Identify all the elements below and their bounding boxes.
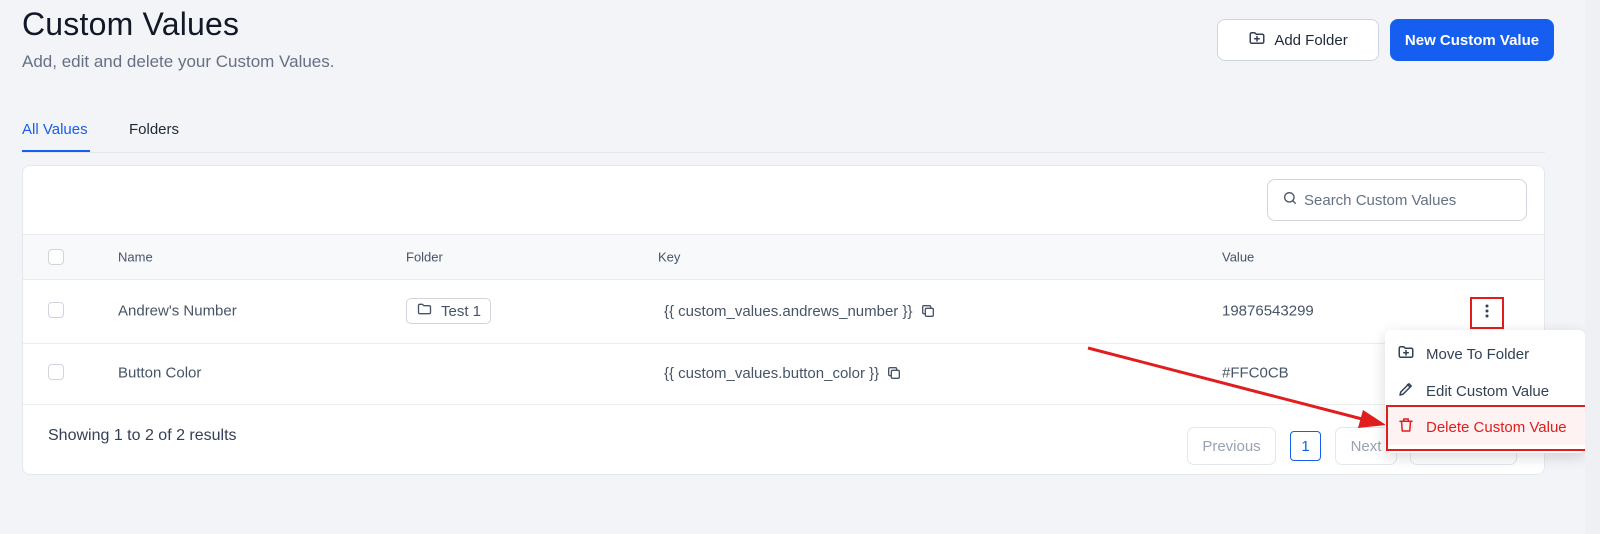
annotation-highlight-box (1386, 405, 1588, 451)
menu-item-move-to-folder[interactable]: Move To Folder (1385, 336, 1585, 372)
menu-item-label: Edit Custom Value (1426, 382, 1550, 400)
scrollbar-track[interactable] (1585, 0, 1600, 534)
annotation-arrow (1087, 346, 1386, 428)
folder-move-icon (1397, 343, 1415, 365)
menu-item-label: Move To Folder (1426, 345, 1530, 363)
menu-item-edit-custom-value[interactable]: Edit Custom Value (1385, 373, 1585, 409)
pencil-icon (1397, 380, 1415, 402)
